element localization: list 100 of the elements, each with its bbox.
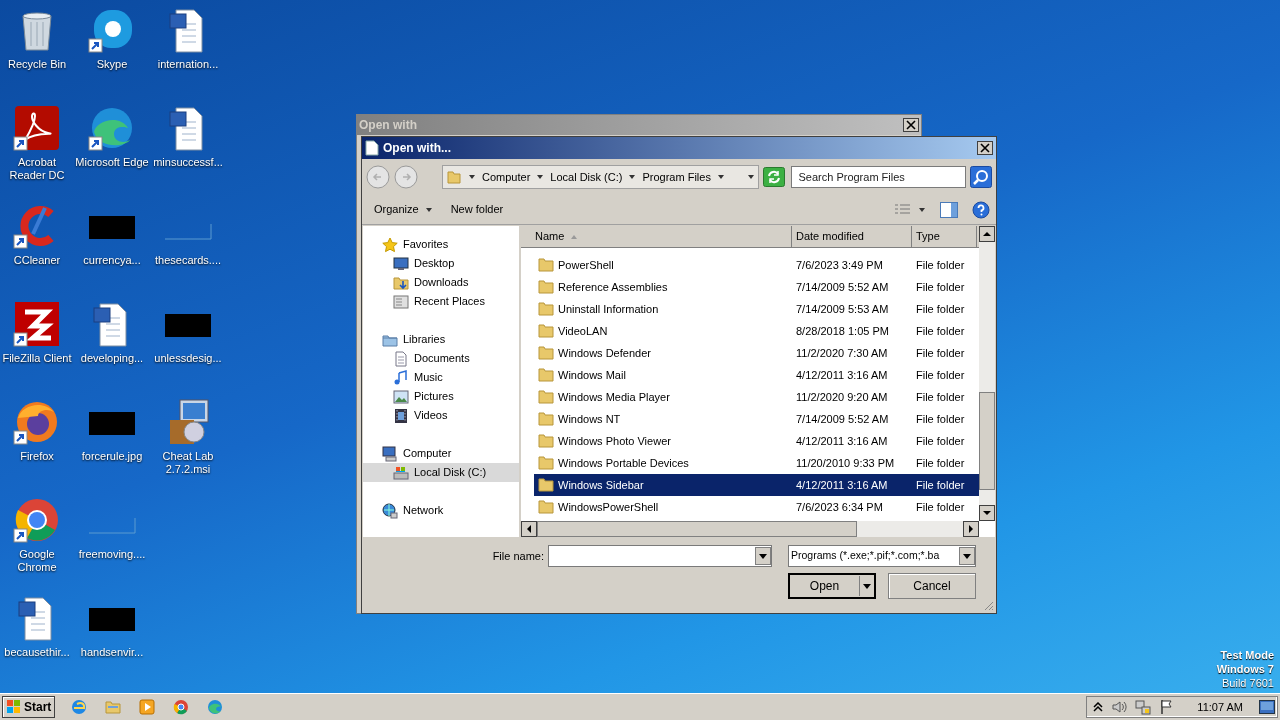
organize-button[interactable]: Organize (368, 197, 439, 222)
scrollbar-thumb[interactable] (537, 521, 857, 537)
clock-text[interactable]: 11:07 AM (1197, 698, 1243, 716)
scroll-up-button[interactable] (979, 226, 995, 242)
icon-label[interactable]: FileZilla Client (0, 352, 74, 365)
caret-icon[interactable] (716, 173, 725, 181)
preview-pane-icon[interactable] (940, 201, 958, 218)
folder-icon (538, 367, 554, 383)
icon-label[interactable]: developing... (75, 352, 149, 365)
folder-icon (538, 257, 554, 273)
file-row[interactable]: WindowsPowerShell 7/6/2023 6:34 PM File folder (534, 496, 979, 518)
file-type-dropdown[interactable]: Programs (*.exe;*.pif;*.com;*.ba (788, 545, 976, 567)
scroll-down-button[interactable] (979, 505, 995, 521)
close-button[interactable] (977, 141, 993, 155)
search-icon[interactable] (970, 166, 992, 188)
caret-icon[interactable] (536, 173, 545, 181)
file-row[interactable]: Reference Assemblies 7/14/2009 5:52 AM File folder (534, 276, 979, 298)
file-name-field[interactable] (548, 545, 772, 567)
file-row[interactable]: Windows Photo Viewer 4/12/2011 3:16 AM File folder (534, 430, 979, 452)
refresh-button[interactable] (763, 167, 786, 187)
horizontal-scrollbar[interactable] (521, 521, 979, 537)
ftp-client-icon[interactable] (13, 300, 61, 348)
icon-label[interactable]: Firefox (0, 450, 74, 463)
folder-icon (538, 433, 554, 449)
file-row[interactable]: Windows Sidebar 4/12/2011 3:16 AM File folder (534, 474, 979, 496)
media-player-icon[interactable] (139, 699, 156, 715)
column-header[interactable]: Name (521, 226, 792, 247)
nav-item[interactable]: Videos (363, 406, 519, 425)
type-cell-text: File folder (915, 455, 966, 471)
breadcrumb-item[interactable]: Local Disk (C:) (550, 168, 623, 186)
network-icon[interactable] (1135, 699, 1152, 715)
file-row[interactable]: PowerShell 7/6/2023 3:49 PM File folder (534, 254, 979, 276)
browser-icon[interactable] (13, 496, 61, 544)
nav-item[interactable]: Computer (363, 444, 519, 463)
icon-label[interactable]: Microsoft Edge (75, 156, 149, 169)
browser-icon[interactable] (173, 699, 190, 715)
open-button[interactable]: Open (788, 573, 876, 599)
icon-label[interactable]: becausethir... (0, 646, 74, 659)
start-button[interactable]: Start (2, 696, 56, 718)
folder-icon (538, 323, 554, 339)
nav-item[interactable]: Music (363, 368, 519, 387)
scroll-left-button[interactable] (521, 521, 537, 537)
music-note-icon (393, 369, 409, 386)
nav-item[interactable]: Desktop (363, 254, 519, 273)
icon-label[interactable]: handsenvir... (75, 646, 149, 659)
file-name: Windows NT (558, 411, 621, 427)
caret-icon[interactable] (918, 205, 926, 214)
icon-label[interactable]: minsuccessf... (151, 156, 225, 169)
file-row[interactable]: Uninstall Information 7/14/2009 5:53 AM File folder (534, 298, 979, 320)
caret-icon[interactable] (468, 173, 476, 181)
column-header[interactable]: Type (912, 226, 977, 247)
date-cell-text: 7/14/2009 5:52 AM (795, 411, 890, 427)
file-row[interactable]: Windows Defender 11/2/2020 7:30 AM File folder (534, 342, 979, 364)
cancel-button[interactable]: Cancel (888, 573, 976, 599)
picture-icon (393, 388, 409, 405)
nav-item[interactable]: Network (363, 501, 519, 520)
file-row[interactable]: Windows Media Player 11/2/2020 9:20 AM File folder (534, 386, 979, 408)
nav-item[interactable]: Pictures (363, 387, 519, 406)
file-row[interactable]: Windows NT 7/14/2009 5:52 AM File folder (534, 408, 979, 430)
icon-label[interactable]: Google Chrome (0, 548, 74, 574)
resize-grip-icon[interactable] (982, 599, 994, 611)
icon-label[interactable]: freemoving.... (75, 548, 149, 561)
icon-label[interactable]: thesecards.... (151, 254, 225, 267)
icon-label[interactable]: Skype (75, 58, 149, 71)
date-cell-text: 7/14/2009 5:52 AM (795, 279, 890, 295)
icon-label[interactable]: CCleaner (0, 254, 74, 267)
icon-label[interactable]: currencya... (75, 254, 149, 267)
nav-item[interactable]: Documents (363, 349, 519, 368)
caret-icon[interactable] (628, 173, 637, 181)
icon-label[interactable]: Recycle Bin (0, 58, 74, 71)
file-row[interactable]: Windows Mail 4/12/2011 3:16 AM File folder (534, 364, 979, 386)
icon-label[interactable]: internation... (151, 58, 225, 71)
nav-item[interactable]: Recent Places (363, 292, 519, 311)
help-icon[interactable] (972, 200, 990, 219)
new-folder-button[interactable]: New folder (444, 197, 510, 222)
breadcrumb-item[interactable]: Computer (482, 168, 531, 186)
icon-label[interactable]: unlessdesig... (151, 352, 225, 365)
nav-item[interactable]: Local Disk (C:) (363, 463, 519, 482)
date-cell-text: 7/14/2009 5:53 AM (795, 301, 890, 317)
address-bar[interactable]: Computer Local Disk (C:) Program Files (442, 165, 760, 189)
search-field[interactable]: Search Program Files (791, 166, 966, 188)
dropdown-arrow-icon[interactable] (747, 173, 756, 181)
vertical-scrollbar[interactable] (979, 226, 995, 521)
icon-label[interactable]: Acrobat Reader DC (0, 156, 74, 182)
nav-item[interactable]: Libraries (363, 330, 519, 349)
pdf-reader-icon[interactable] (13, 104, 61, 152)
speaker-icon[interactable] (1111, 699, 1128, 715)
breadcrumb-item[interactable]: Program Files (642, 168, 711, 186)
nav-item[interactable]: Favorites (363, 235, 519, 254)
scrollbar-thumb[interactable] (979, 392, 995, 490)
file-row[interactable]: Windows Portable Devices 11/20/2010 9:33 PM File folder (534, 452, 979, 474)
column-header[interactable]: Date modified (792, 226, 912, 247)
icon-label[interactable]: forcerule.jpg (75, 450, 149, 463)
file-row[interactable]: VideoLAN 8/28/2018 1:05 PM File folder (534, 320, 979, 342)
close-button[interactable] (903, 118, 919, 132)
show-desktop-icon[interactable] (1259, 700, 1275, 714)
scroll-right-button[interactable] (963, 521, 979, 537)
nav-item[interactable]: Downloads (363, 273, 519, 292)
icon-label[interactable]: Cheat Lab 2.7.2.msi (151, 450, 225, 476)
chevron-up-icon[interactable] (1093, 702, 1104, 712)
